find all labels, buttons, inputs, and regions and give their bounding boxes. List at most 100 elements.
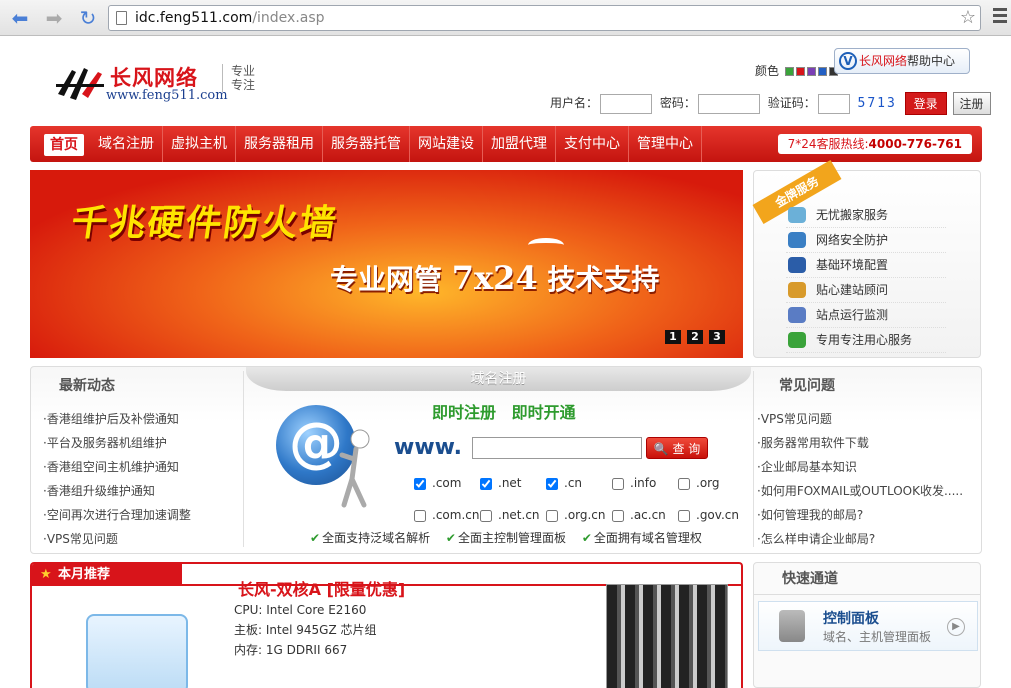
back-icon[interactable]: ⬅ (8, 6, 32, 30)
tld-option[interactable]: .ac.cn (612, 499, 678, 531)
nav-home[interactable]: 首页 (44, 134, 84, 156)
news-item[interactable]: ·VPS常见问题 (43, 527, 243, 551)
gold-services: 金牌服务 无忧搬家服务 网络安全防护 基础环境配置 贴心建站顾问 站点运行监测 … (752, 159, 981, 358)
reload-icon[interactable]: ↻ (76, 6, 100, 30)
nav-payment[interactable]: 支付中心 (556, 126, 629, 162)
feature-item: ✔ 全面主控制管理面板 (446, 531, 572, 545)
spec-line: CPU: Intel Core E2160 (234, 603, 367, 617)
tld-checkbox[interactable] (546, 477, 558, 490)
banner-page-1[interactable]: 1 (665, 330, 681, 344)
browser-menu-icon[interactable] (993, 8, 1007, 26)
nav-agent[interactable]: 加盟代理 (483, 126, 556, 162)
color-swatch-green[interactable] (784, 67, 794, 76)
middle-panel: 最新动态 ·香港组维护后及补偿通知 ·平台及服务器机组维护 ·香港组空间主机维护… (30, 366, 982, 554)
feature-item: ✔ 全面支持泛域名解析 (310, 531, 436, 545)
tld-option[interactable]: .com (414, 467, 480, 499)
domain-tab: 域名注册 (246, 367, 751, 391)
tld-checkbox[interactable] (480, 509, 492, 522)
consultant-icon (788, 282, 806, 298)
nav-domain[interactable]: 域名注册 (90, 126, 163, 162)
tld-option[interactable]: .cn (546, 467, 612, 499)
gold-item[interactable]: 网络安全防护 (786, 228, 946, 253)
forward-icon[interactable]: ➡ (42, 6, 66, 30)
gold-item[interactable]: 站点运行监测 (786, 303, 946, 328)
tld-checkbox[interactable] (414, 477, 426, 490)
tld-checkbox[interactable] (480, 477, 492, 490)
faq-item[interactable]: ·服务器常用软件下载 (757, 431, 977, 455)
gold-item[interactable]: 基础环境配置 (786, 253, 946, 278)
help-center-button[interactable]: V 长风网络帮助中心 (834, 48, 970, 74)
tld-label: .gov.cn (696, 508, 739, 522)
tld-checkbox[interactable] (678, 509, 690, 522)
news-item[interactable]: ·平台及服务器机组维护 (43, 431, 243, 455)
gold-item[interactable]: 无忧搬家服务 (786, 203, 946, 228)
news-item[interactable]: ·香港组空间主机维护通知 (43, 455, 243, 479)
color-swatch-purple[interactable] (806, 67, 816, 76)
security-globe-icon (788, 232, 806, 248)
tld-option[interactable]: .net.cn (480, 499, 546, 531)
domain-query-button[interactable]: 🔍 查 询 (646, 437, 708, 459)
username-label: 用户名： (550, 96, 599, 110)
tld-label: .org (696, 476, 720, 490)
recommend-title[interactable]: 长风-双核A [限量优惠] (238, 576, 405, 600)
news-item[interactable]: ·香港组维护后及补偿通知 (43, 407, 243, 431)
monitor-icon (788, 257, 806, 273)
faq-item[interactable]: ·企业邮局基本知识 (757, 455, 977, 479)
news-item[interactable]: ·空间再次进行合理加速调整 (43, 503, 243, 527)
password-input[interactable] (697, 93, 760, 114)
captcha-input[interactable] (817, 93, 850, 114)
color-swatch-blue[interactable] (817, 67, 827, 76)
banner-page-2[interactable]: 2 (687, 330, 703, 344)
banner-page-3[interactable]: 3 (709, 330, 725, 344)
tld-option[interactable]: .org.cn (546, 499, 612, 531)
nav-server-rental[interactable]: 服务器租用 (236, 126, 323, 162)
building-icon (86, 614, 188, 688)
faq-item[interactable]: ·如何用FOXMAIL或OUTLOOK收发..... (757, 479, 977, 503)
gold-item[interactable]: 专用专注用心服务 (786, 328, 946, 353)
login-button[interactable]: 登录 (904, 92, 947, 115)
faq-item[interactable]: ·VPS常见问题 (757, 407, 977, 431)
star-icon: ★ (40, 567, 52, 582)
nav-hosting[interactable]: 虚拟主机 (163, 126, 236, 162)
slogan: 专业 专注 (222, 64, 255, 92)
arrow-right-icon[interactable]: ▶ (947, 618, 965, 636)
domain-input[interactable] (472, 437, 642, 459)
server-rack-image (606, 584, 728, 688)
username-input[interactable] (600, 93, 653, 114)
tld-checkbox[interactable] (414, 509, 426, 522)
check-icon: ✔ (581, 531, 592, 545)
tld-checkbox[interactable] (612, 477, 624, 490)
spec-line: 主板: Intel 945GZ 芯片组 (234, 623, 377, 637)
faq-item[interactable]: ·如何管理我的邮局? (757, 503, 977, 527)
address-bar[interactable]: idc.feng511.com/index.asp ☆ (108, 5, 981, 31)
faq-item[interactable]: ·怎么样申请企业邮局? (757, 527, 977, 551)
control-panel-link[interactable]: 控制面板 域名、主机管理面板 ▶ (758, 601, 978, 651)
gold-item[interactable]: 贴心建站顾问 (786, 278, 946, 303)
tld-option[interactable]: .info (612, 467, 678, 499)
tld-checkbox[interactable] (678, 477, 690, 490)
faq-box: 常见问题 ·VPS常见问题 ·服务器常用软件下载 ·企业邮局基本知识 ·如何用F… (757, 375, 977, 551)
color-swatch-red[interactable] (795, 67, 805, 76)
bookmark-star-icon[interactable]: ☆ (960, 6, 976, 30)
banner-sub-prefix: 专业网管 (330, 263, 443, 296)
news-item[interactable]: ·香港组升级维护通知 (43, 479, 243, 503)
tld-option[interactable]: .gov.cn (678, 499, 744, 531)
nav-manage[interactable]: 管理中心 (629, 126, 702, 162)
tld-option[interactable]: .com.cn (414, 499, 480, 531)
hotline: 7*24客服热线:4000-776-761 (777, 134, 972, 154)
captcha-image[interactable]: 5713 (858, 96, 897, 111)
colors-label: 颜色 (755, 64, 780, 78)
tld-option[interactable]: .org (678, 467, 744, 499)
package-icon (788, 332, 806, 348)
check-icon: ✔ (310, 531, 321, 545)
password-label: 密码： (659, 96, 696, 110)
tld-option[interactable]: .net (480, 467, 546, 499)
logo-mark-icon (56, 68, 104, 100)
promo-banner[interactable]: 千兆硬件防火墙 专业网管 7x24 技术支持 123 (30, 170, 743, 358)
nav-web-design[interactable]: 网站建设 (410, 126, 483, 162)
register-button[interactable]: 注册 (952, 92, 991, 115)
url-path: /index.asp (252, 10, 325, 26)
tld-checkbox[interactable] (612, 509, 624, 522)
nav-colocation[interactable]: 服务器托管 (323, 126, 410, 162)
tld-checkbox[interactable] (546, 509, 558, 522)
